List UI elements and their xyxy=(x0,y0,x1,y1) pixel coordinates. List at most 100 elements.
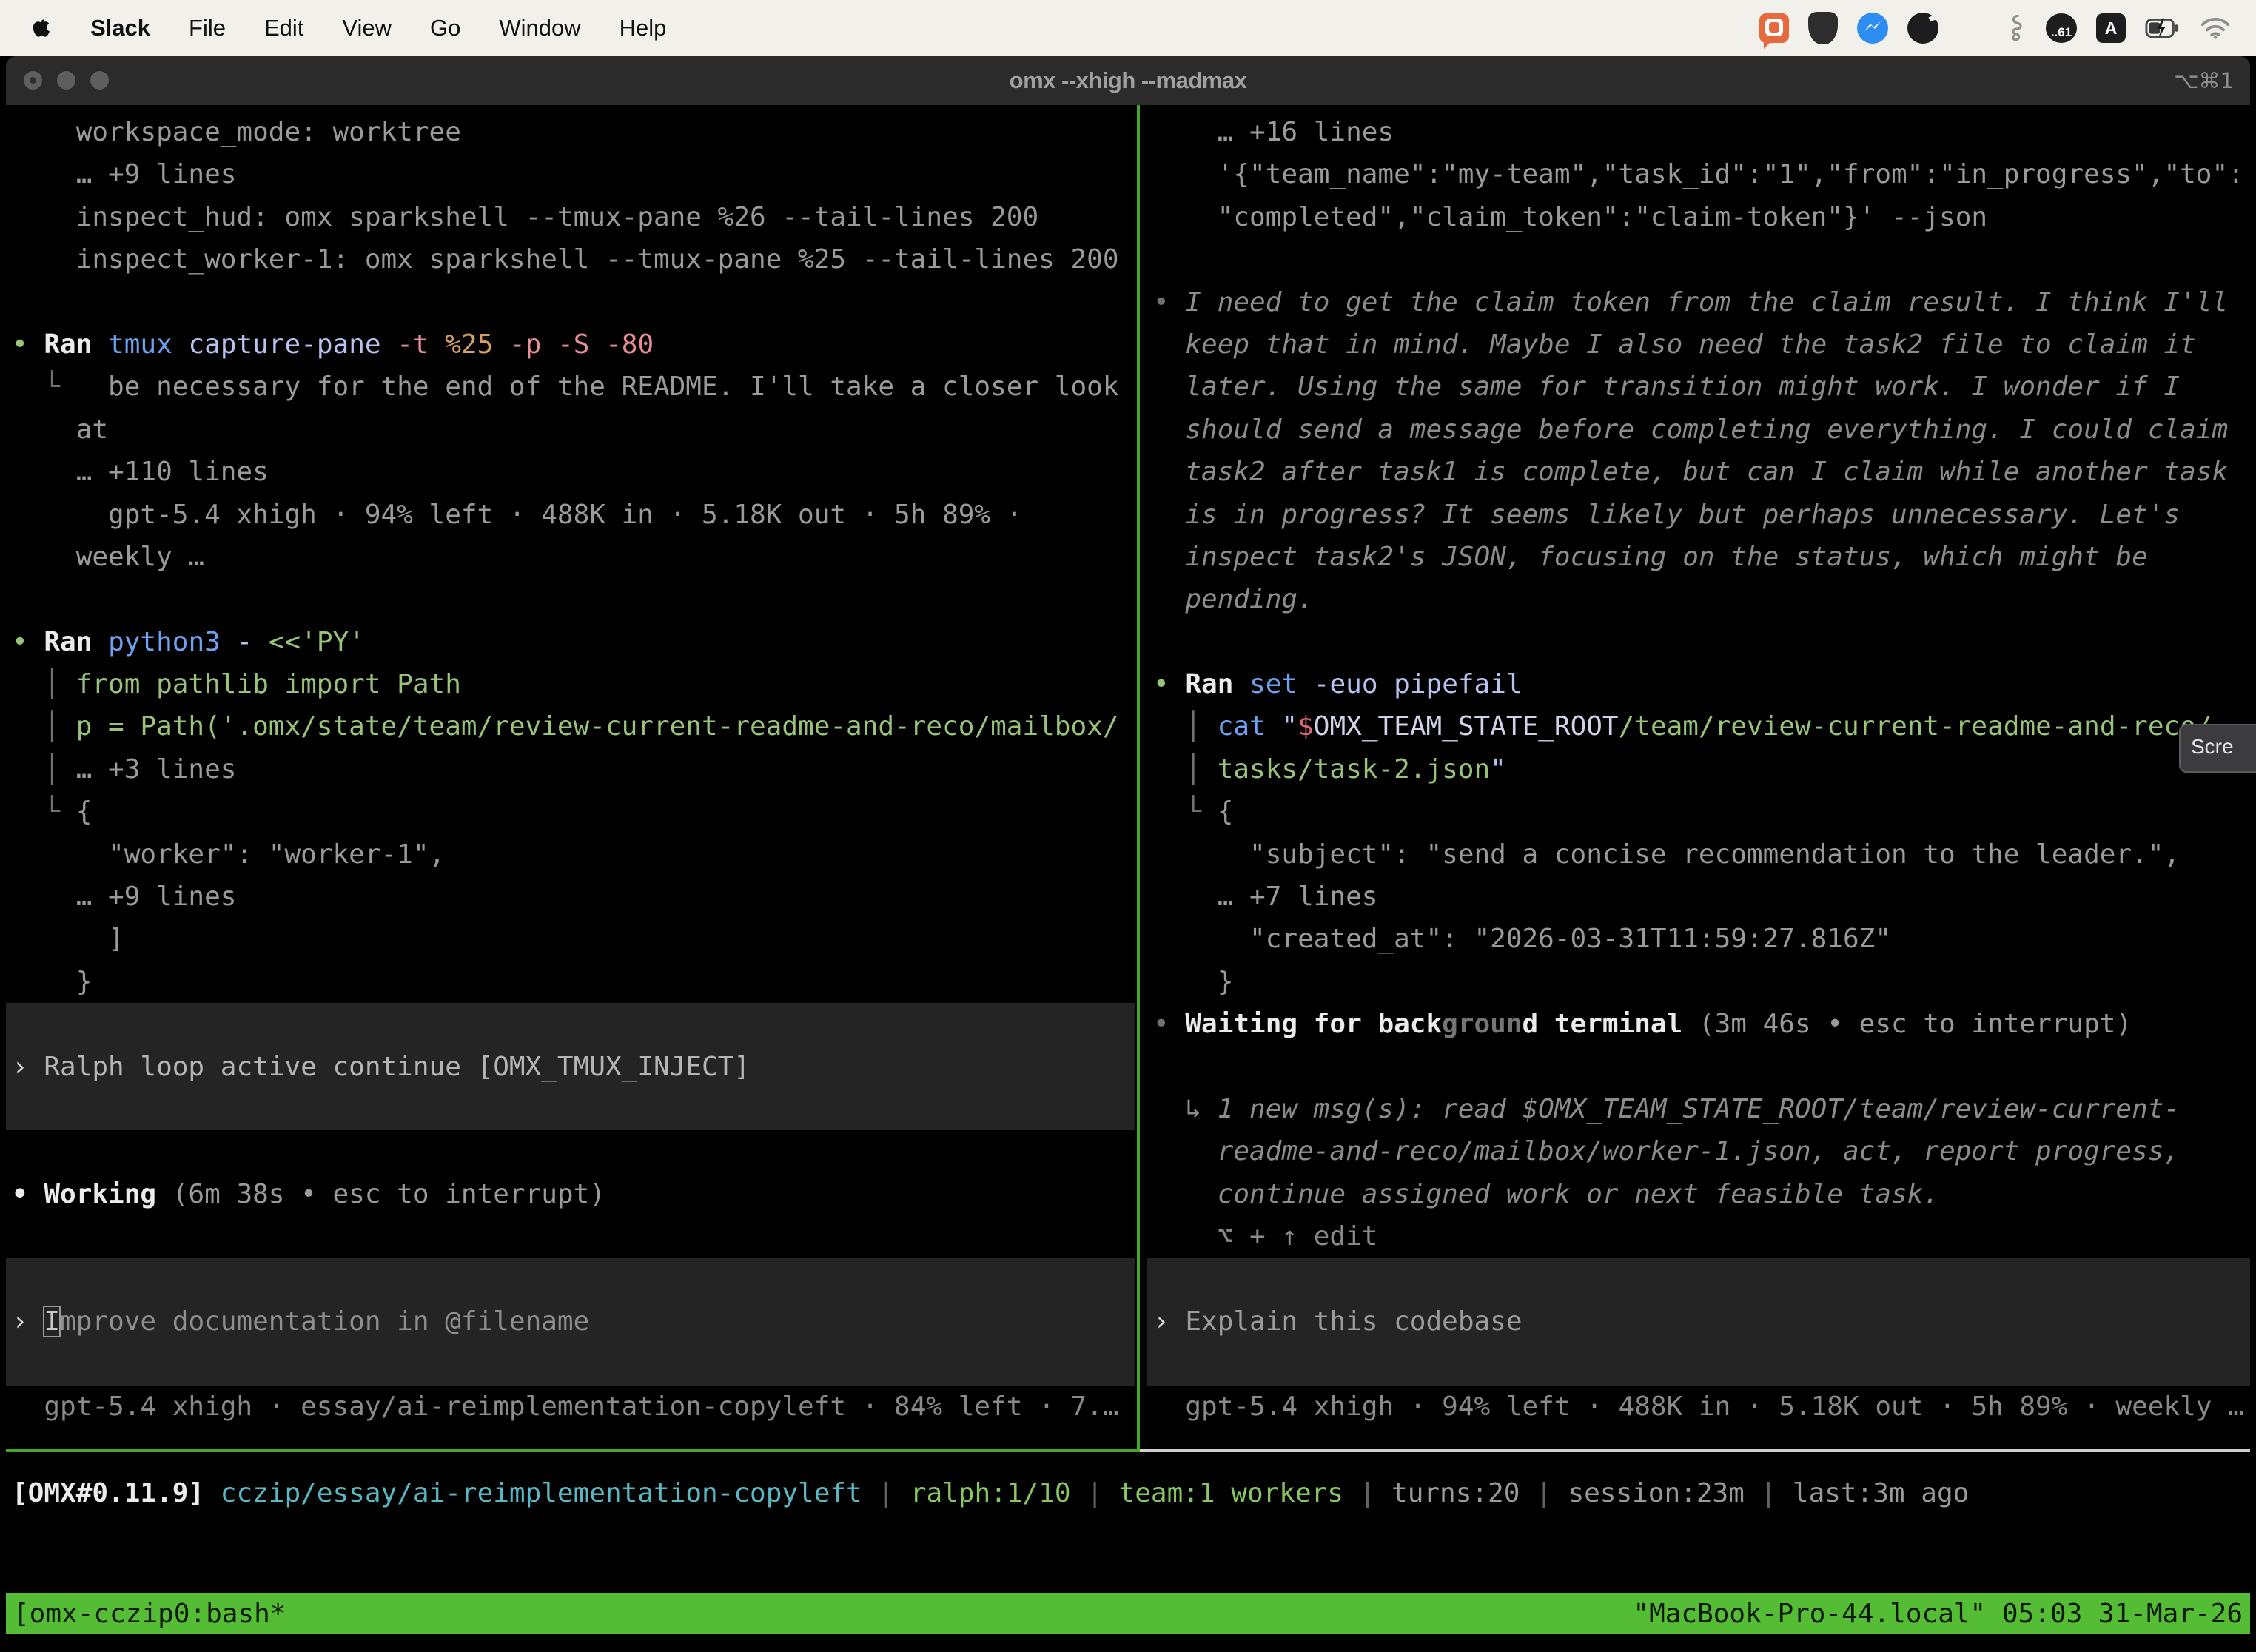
terminal-row xyxy=(6,1088,1135,1130)
left-input-row[interactable]: › Improve documentation in @filename xyxy=(6,1300,1135,1343)
terminal-row: • Waiting for background terminal (3m 46… xyxy=(1147,1003,2250,1045)
terminal-row xyxy=(6,578,1135,620)
terminal-row xyxy=(1147,238,2250,281)
terminal-row: • I need to get the claim token from the… xyxy=(1147,281,2250,323)
terminal-window[interactable]: workspace_mode: worktree … +9 lines insp… xyxy=(6,105,2250,1652)
terminal-row: gpt-5.4 xhigh · 94% left · 488K in · 5.1… xyxy=(1147,1386,2250,1428)
terminal-row: "completed","claim_token":"claim-token"}… xyxy=(1147,196,2250,238)
terminal-row xyxy=(1147,1343,2250,1385)
terminal-row: │ tasks/task-2.json" xyxy=(1147,748,2250,790)
terminal-row xyxy=(6,1003,1135,1045)
keypad-shield-icon[interactable] xyxy=(1808,12,1838,44)
battery-icon[interactable] xyxy=(2145,16,2181,40)
tmux-host-clock-label: "MacBook-Pro-44.local" 05:03 31-Mar-26 xyxy=(1633,1599,2243,1629)
tmux-session-label: [omx-cczip0:bash* xyxy=(13,1599,286,1629)
menu-bar: Slack File Edit View Go Window Help ..61 A xyxy=(0,0,2256,56)
terminal-row: │ … +3 lines xyxy=(6,748,1135,790)
terminal-row xyxy=(6,1258,1135,1300)
terminal-row xyxy=(1147,621,2250,663)
terminal-row: '{"team_name":"my-team","task_id":"1","f… xyxy=(1147,153,2250,195)
terminal-row: │ p = Path('.omx/state/team/review-curre… xyxy=(6,705,1135,748)
right-input-row[interactable]: › Explain this codebase xyxy=(1147,1300,2250,1343)
terminal-row: … +110 lines xyxy=(6,451,1135,493)
terminal-row: "subject": "send a concise recommendatio… xyxy=(1147,833,2250,876)
terminal-row: inspect_hud: omx sparkshell --tmux-pane … xyxy=(6,196,1135,238)
terminal-row: pending. xyxy=(1147,578,2250,620)
terminal-row: later. Using the same for transition mig… xyxy=(1147,366,2250,408)
window-shortcut-badge: ⌥⌘1 xyxy=(2174,56,2234,105)
terminal-row xyxy=(6,1130,1135,1172)
omx-hud-status-row: [OMX#0.11.9] cczip/essay/ai-reimplementa… xyxy=(6,1472,2250,1514)
menu-item-view[interactable]: View xyxy=(342,15,392,41)
terminal-row: should send a message before completing … xyxy=(1147,409,2250,451)
terminal-row: is in progress? It seems likely but perh… xyxy=(1147,494,2250,536)
menu-item-window[interactable]: Window xyxy=(499,15,580,41)
terminal-row: • Ran python3 - <<'PY' xyxy=(6,621,1135,663)
terminal-row xyxy=(6,281,1135,323)
terminal-row: } xyxy=(1147,961,2250,1003)
terminal-row: ⌥ + ↑ edit xyxy=(1147,1215,2250,1258)
close-button[interactable] xyxy=(24,71,42,90)
menu-item-edit[interactable]: Edit xyxy=(264,15,303,41)
terminal-row: readme-and-reco/mailbox/worker-1.json, a… xyxy=(1147,1130,2250,1172)
right-pane-bottom-border xyxy=(1140,1449,2250,1452)
input-source-icon[interactable]: A xyxy=(2096,13,2126,43)
terminal-row: • Working (6m 38s • esc to interrupt) xyxy=(6,1173,1135,1215)
apple-menu-icon[interactable] xyxy=(33,17,52,40)
pane-divider[interactable] xyxy=(1137,105,1140,1449)
terminal-row: "created_at": "2026-03-31T11:59:27.816Z" xyxy=(1147,918,2250,960)
terminal-row: ↳ 1 new msg(s): read $OMX_TEAM_STATE_ROO… xyxy=(1147,1088,2250,1130)
terminal-row: … +7 lines xyxy=(1147,876,2250,918)
terminal-row: "worker": "worker-1", xyxy=(6,833,1135,876)
ralph-status-row: › Ralph loop active continue [OMX_TMUX_I… xyxy=(6,1046,1135,1088)
tmux-status-bar: [omx-cczip0:bash* "MacBook-Pro-44.local"… xyxy=(6,1593,2250,1634)
terminal-row: inspect task2's JSON, focusing on the st… xyxy=(1147,536,2250,578)
zoom-button[interactable] xyxy=(90,71,109,90)
terminal-row: ] xyxy=(6,918,1135,960)
terminal-row: └ { xyxy=(6,790,1135,833)
terminal-row: workspace_mode: worktree xyxy=(6,111,1135,153)
terminal-row: └ be necessary for the end of the README… xyxy=(6,366,1135,408)
terminal-row: continue assigned work or next feasible … xyxy=(1147,1173,2250,1215)
messenger-bolt-icon[interactable] xyxy=(1857,13,1888,44)
terminal-row: … +9 lines xyxy=(6,876,1135,918)
terminal-row: … +16 lines xyxy=(1147,111,2250,153)
window-title-bar[interactable]: omx --xhigh --madmax ⌥⌘1 xyxy=(6,56,2250,105)
badge-61-icon[interactable]: ..61 xyxy=(2046,13,2077,43)
terminal-row xyxy=(1147,1046,2250,1088)
left-pane-bottom-border xyxy=(6,1449,1140,1452)
right-terminal-pane[interactable]: … +16 lines '{"team_name":"my-team","tas… xyxy=(1147,105,2250,1449)
menu-item-file[interactable]: File xyxy=(189,15,226,41)
terminal-row: at xyxy=(6,409,1135,451)
terminal-row xyxy=(6,1215,1135,1258)
badge-61-label: ..61 xyxy=(2051,25,2072,40)
dots-grid-icon[interactable] xyxy=(1958,15,1985,42)
window-title: omx --xhigh --madmax xyxy=(6,56,2250,105)
terminal-row: │ from pathlib import Path xyxy=(6,663,1135,705)
terminal-row: └ { xyxy=(1147,790,2250,833)
terminal-row: weekly … xyxy=(6,536,1135,578)
terminal-row: │ cat "$OMX_TEAM_STATE_ROOT/team/review-… xyxy=(1147,705,2250,748)
minimize-button[interactable] xyxy=(57,71,75,90)
terminal-row: gpt-5.4 xhigh · 94% left · 488K in · 5.1… xyxy=(6,494,1135,536)
crescent-circle-icon[interactable] xyxy=(1907,13,1938,44)
terminal-row: task2 after task1 is complete, but can I… xyxy=(1147,451,2250,493)
terminal-row xyxy=(1147,1258,2250,1300)
squiggle-icon[interactable] xyxy=(2004,13,2027,44)
terminal-row: gpt-5.4 xhigh · essay/ai-reimplementatio… xyxy=(6,1386,1135,1428)
terminal-row: • Ran set -euo pipefail xyxy=(1147,663,2250,705)
terminal-row: • Ran tmux capture-pane -t %25 -p -S -80 xyxy=(6,323,1135,366)
terminal-row: inspect_worker-1: omx sparkshell --tmux-… xyxy=(6,238,1135,281)
input-source-label: A xyxy=(2105,19,2118,38)
left-terminal-pane[interactable]: workspace_mode: worktree … +9 lines insp… xyxy=(6,105,1135,1449)
menu-app-name[interactable]: Slack xyxy=(90,15,150,41)
terminal-row: keep that in mind. Maybe I also need the… xyxy=(1147,323,2250,366)
terminal-row xyxy=(6,1343,1135,1385)
chat-bubble-icon[interactable] xyxy=(1759,13,1789,43)
terminal-row: } xyxy=(6,961,1135,1003)
menu-item-help[interactable]: Help xyxy=(620,15,667,41)
wifi-icon[interactable] xyxy=(2200,16,2231,40)
screen-edge-tooltip: Scre xyxy=(2179,724,2256,773)
menu-item-go[interactable]: Go xyxy=(430,15,460,41)
terminal-row: … +9 lines xyxy=(6,153,1135,195)
